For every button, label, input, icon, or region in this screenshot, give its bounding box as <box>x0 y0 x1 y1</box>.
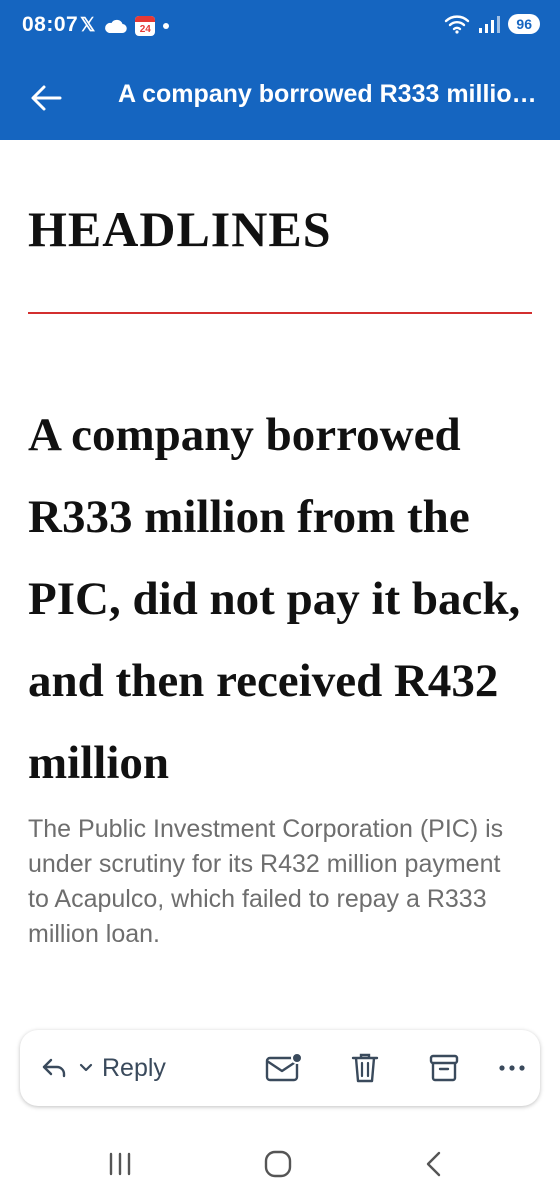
chevron-down-icon[interactable] <box>78 1062 94 1074</box>
archive-button[interactable] <box>404 1030 484 1106</box>
home-icon <box>264 1150 292 1178</box>
mail-unread-icon <box>265 1052 303 1082</box>
reply-button[interactable]: Reply <box>40 1030 210 1106</box>
system-icons: 96 <box>444 14 540 34</box>
cloud-icon <box>105 19 128 33</box>
notification-dot-icon <box>163 22 170 29</box>
notification-icons: 𝕏 24 <box>80 14 170 37</box>
archive-icon <box>429 1054 459 1082</box>
trash-icon <box>351 1053 379 1083</box>
mark-unread-button[interactable] <box>244 1030 324 1106</box>
top-bar: 08:07 𝕏 24 96 A company borrowed R333 mi… <box>0 0 560 140</box>
system-navigation-bar <box>0 1130 560 1200</box>
x-app-icon: 𝕏 <box>80 15 96 36</box>
chevron-left-icon <box>426 1151 441 1177</box>
brand-divider <box>28 312 532 314</box>
back-button[interactable] <box>26 78 66 118</box>
recents-icon <box>109 1152 131 1176</box>
calendar-icon: 24 <box>135 15 156 36</box>
recent-apps-button[interactable] <box>100 1144 140 1184</box>
reply-label: Reply <box>102 1053 166 1082</box>
arrow-left-icon <box>31 85 62 111</box>
delete-button[interactable] <box>325 1030 405 1106</box>
app-bar-title: A company borrowed R333 million from the… <box>118 80 538 108</box>
signal-icon <box>479 16 501 33</box>
calendar-day: 24 <box>139 23 151 35</box>
article-headline: A company borrowed R333 million from the… <box>28 409 521 789</box>
status-bar: 08:07 𝕏 24 96 <box>0 0 560 54</box>
status-time: 08:07 <box>22 13 79 36</box>
publication-brand: HEADLINES <box>28 201 332 257</box>
home-button[interactable] <box>258 1144 298 1184</box>
more-options-button[interactable] <box>482 1030 542 1106</box>
article-summary: The Public Investment Corporation (PIC) … <box>28 815 504 948</box>
battery-level: 96 <box>508 14 540 34</box>
wifi-icon <box>445 15 470 34</box>
reply-icon <box>42 1058 66 1078</box>
app-bar: A company borrowed R333 million from the… <box>0 54 560 140</box>
message-action-bar: Reply <box>20 1030 540 1106</box>
system-back-button[interactable] <box>414 1144 454 1184</box>
more-horizontal-icon <box>499 1065 525 1071</box>
